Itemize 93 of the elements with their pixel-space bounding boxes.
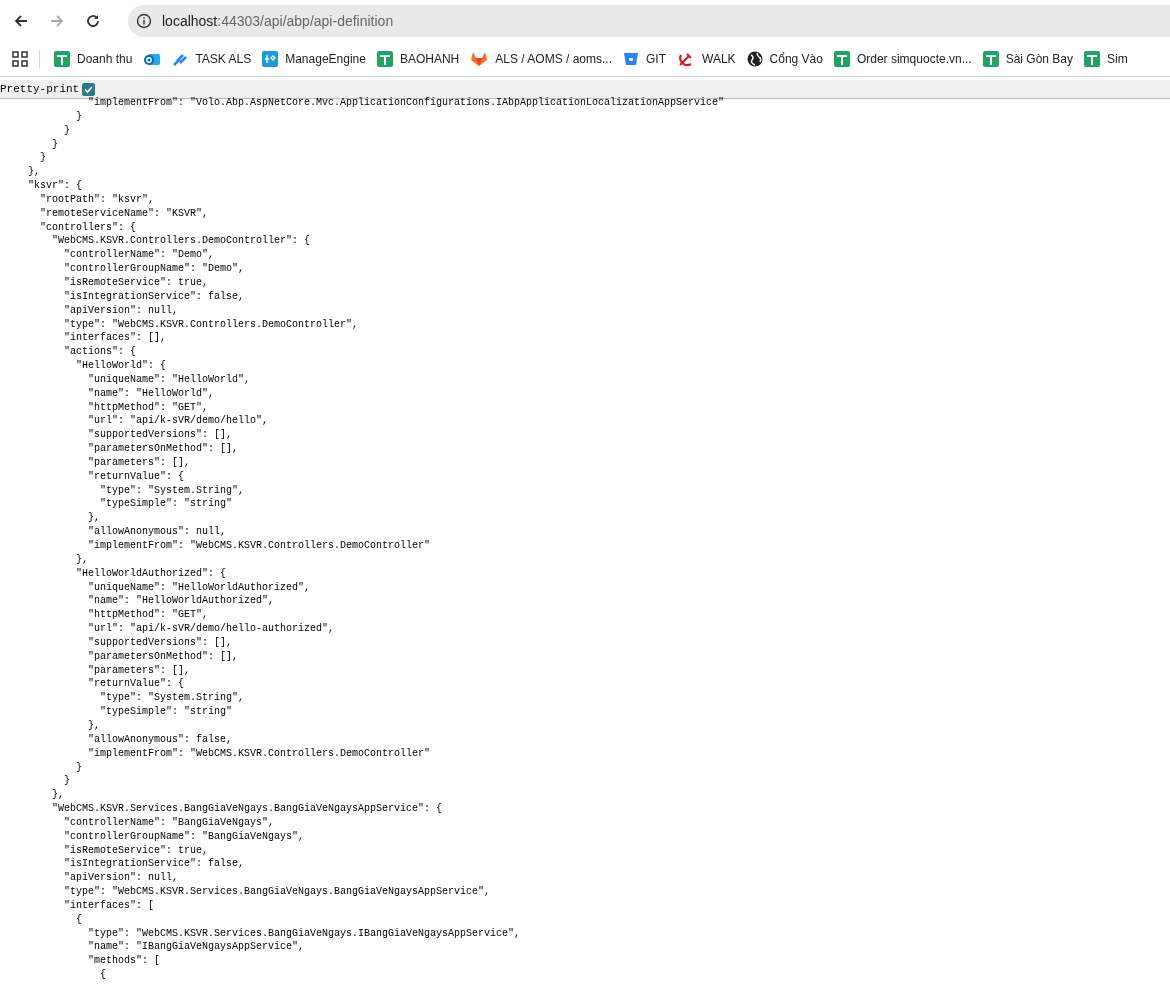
code-line: "isRemoteService": true, — [63, 275, 210, 290]
bookmark[interactable]: Doanh thu — [49, 47, 138, 71]
code-line: "name": "HelloWorldAuthorized", — [87, 594, 276, 609]
code-line: "controllerGroupName": "BangGiaVeNgays", — [63, 829, 306, 844]
code-line: "type": "WebCMS.KSVR.Services.BangGiaVeNgays.BangGiaVeNgaysAppService", — [63, 885, 492, 899]
code-line: } — [51, 137, 59, 152]
code-line: }, — [75, 552, 89, 567]
code-line: "typeSimple": "string" — [99, 705, 234, 719]
code-line: "remoteServiceName": "KSVR", — [39, 206, 210, 221]
code-line: "parameters": [], — [87, 663, 192, 678]
spreadsheet-icon — [833, 51, 850, 67]
code-line: "HelloWorld": { — [75, 359, 168, 373]
code-line: "WebCMS.KSVR.Controllers.DemoController": { — [51, 234, 312, 249]
code-line: } — [75, 109, 83, 124]
bookmark[interactable]: Cổng Vào — [741, 47, 828, 71]
code-line: "parametersOnMethod": [], — [87, 649, 240, 664]
code-line: } — [39, 151, 47, 166]
code-line: "httpMethod": "GET", — [87, 608, 210, 623]
address-bar[interactable]: localhost:44303/api/abp/api-definition — [128, 5, 1170, 37]
code-line: "name": "IBangGiaVeNgaysAppService", — [87, 940, 306, 955]
code-line: "implementFrom": "WebCMS.KSVR.Controllers.DemoController" — [87, 539, 432, 553]
back-arrow-icon — [13, 13, 29, 29]
code-line: } — [63, 774, 71, 789]
code-line: "actions": { — [63, 345, 138, 360]
code-line: "returnValue": { — [87, 469, 186, 484]
code-line: "isIntegrationService": false, — [63, 289, 246, 304]
spreadsheet-icon — [54, 51, 70, 67]
code-line: "implementFrom": "WebCMS.KSVR.Controllers.DemoController" — [87, 746, 432, 761]
bookmark[interactable]: WALK — [672, 47, 741, 71]
bookmark[interactable]: Sim — [1079, 47, 1133, 71]
reload-icon — [85, 13, 101, 29]
bookmark[interactable]: ManageEngine — [257, 47, 371, 71]
code-line: }, — [87, 718, 101, 733]
bookmark[interactable]: GIT — [618, 47, 671, 71]
code-line: "rootPath": "ksvr", — [39, 192, 156, 207]
code-line: "apiVersion": null, — [63, 303, 180, 318]
code-line: "controllerName": "Demo", — [63, 248, 216, 263]
info-icon[interactable] — [136, 13, 152, 29]
code-line: "controllers": { — [39, 220, 138, 235]
code-line: }, — [87, 511, 101, 526]
code-line: { — [75, 912, 83, 927]
code-line: "type": "System.String", — [99, 691, 246, 706]
code-line: "isRemoteService": true, — [63, 843, 210, 858]
code-line: "name": "HelloWorld", — [87, 386, 216, 401]
code-line: "isIntegrationService": false, — [63, 857, 246, 872]
code-line: } — [63, 123, 71, 138]
bookmark[interactable]: TASK ALS — [167, 47, 257, 71]
code-line: "typeSimple": "string" — [99, 497, 234, 512]
code-line: "WebCMS.KSVR.Services.BangGiaVeNgays.BangGiaVeNgaysAppService": { — [51, 802, 444, 816]
bookmark[interactable]: ALS / AOMS / aoms... — [465, 47, 617, 71]
code-line: { — [99, 968, 108, 982]
code-line: "controllerGroupName": "Demo", — [63, 262, 246, 276]
globe-icon — [746, 51, 763, 67]
code-line: } — [75, 760, 83, 775]
code-line: "uniqueName": "HelloWorld", — [87, 372, 252, 387]
code-line: "supportedVersions": [], — [87, 635, 234, 650]
pretty-print-checkbox[interactable] — [82, 82, 96, 96]
url-text: localhost:44303/api/abp/api-definition — [162, 13, 394, 29]
code-line: "type": "System.String", — [99, 483, 246, 498]
pretty-print-label: Pretty-print — [0, 83, 80, 95]
code-line: "type": "WebCMS.KSVR.Controllers.DemoController", — [63, 317, 360, 332]
code-line: "url": "api/k-sVR/demo/hello-authorized", — [87, 622, 336, 636]
fox-icon — [470, 51, 489, 67]
code-line: "parameters": [], — [87, 455, 192, 470]
code-line: "url": "api/k-sVR/demo/hello", — [87, 414, 270, 429]
spreadsheet-icon — [982, 51, 999, 67]
code-line: }, — [27, 165, 41, 180]
spreadsheet-icon — [1084, 51, 1101, 67]
bookmark[interactable]: Order simquocte.vn... — [828, 47, 977, 71]
code-line: "apiVersion": null, — [63, 871, 180, 886]
bookmark[interactable]: BAOHANH — [371, 47, 465, 71]
code-line: "supportedVersions": [], — [87, 428, 234, 443]
code-line: "methods": [ — [87, 954, 162, 969]
code-line: "uniqueName": "HelloWorldAuthorized", — [87, 580, 312, 595]
bookmark[interactable]: Sài Gòn Bay — [977, 47, 1079, 71]
code-line: "allowAnonymous": null, — [87, 525, 228, 539]
apps-grid-icon[interactable] — [12, 51, 28, 67]
code-line: "allowAnonymous": false, — [87, 732, 234, 747]
code-line: "implementFrom": "Volo.Abp.AspNetCore.Mvc.ApplicationConfigurations.IAbpApplicationLocalizationAppService" — [87, 96, 726, 110]
code-line: "httpMethod": "GET", — [87, 400, 210, 415]
code-line: "ksvr": { — [27, 179, 83, 193]
code-line: "interfaces": [ — [63, 898, 156, 913]
code-line: "controllerName": "BangGiaVeNgays", — [63, 815, 276, 830]
forward-arrow-icon — [49, 13, 65, 29]
spreadsheet-icon — [376, 51, 393, 67]
code-line: "HelloWorldAuthorized": { — [75, 566, 228, 581]
code-line: "type": "WebCMS.KSVR.Services.BangGiaVeNgays.IBangGiaVeNgaysAppService", — [87, 926, 522, 941]
bucket-icon — [623, 51, 639, 67]
code-line: "returnValue": { — [87, 677, 186, 692]
code-line: "interfaces": [], — [63, 331, 168, 346]
code-line: }, — [51, 788, 65, 803]
code-line: "parametersOnMethod": [], — [87, 442, 240, 456]
mail-icon — [143, 51, 162, 67]
